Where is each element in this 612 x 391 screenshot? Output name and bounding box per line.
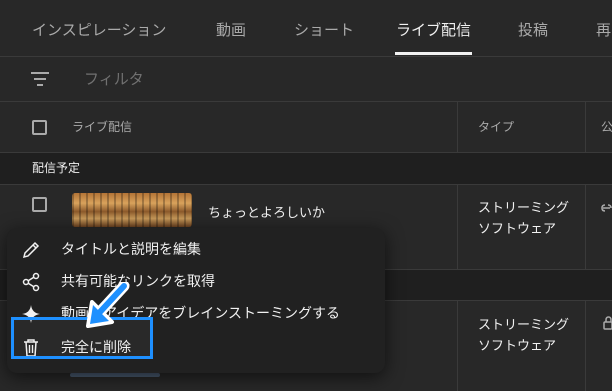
menu-item-label: タイトルと説明を編集 [61,242,201,258]
table-header: ライブ配信 タイプ 公 [0,102,612,153]
tab-live[interactable]: ライブ配信 [396,0,471,56]
tab-more[interactable]: 再 [596,0,611,56]
type-line-2: ソフトウェア [478,222,557,237]
tab-posts[interactable]: 投稿 [518,0,548,56]
pointer-arrow-icon [86,282,130,328]
column-divider [585,185,586,269]
video-thumbnail[interactable] [72,193,192,227]
lock-icon [603,316,612,330]
type-line-1: ストリーミング [478,318,570,333]
filter-icon[interactable] [30,70,50,88]
type-line-1: ストリーミング [478,201,570,216]
highlight-box [11,317,153,359]
filter-input[interactable]: フィルタ [84,57,144,101]
column-divider [457,102,458,152]
tab-shorts[interactable]: ショート [294,0,354,56]
context-menu: タイトルと説明を編集 共有可能なリンクを取得 動画のアイデアをブレインストーミン… [7,228,385,373]
filter-bar: フィルタ [0,57,612,102]
column-header-type[interactable]: タイプ [478,102,514,152]
row-checkbox[interactable] [32,197,47,212]
column-divider [457,301,458,391]
video-title[interactable]: ちょっとよろしいか [208,202,325,221]
column-divider [585,102,586,152]
type-line-2: ソフトウェア [478,339,557,354]
section-header: 配信予定 [0,153,612,185]
column-header-visibility[interactable]: 公 [601,102,612,152]
thumbnail-edge [70,373,160,377]
select-all-checkbox[interactable] [32,120,47,135]
active-tab-indicator [395,52,472,55]
tab-videos[interactable]: 動画 [216,0,246,56]
menu-item-share-link[interactable]: 共有可能なリンクを取得 [7,266,385,298]
tab-bar: インスピレーション 動画 ショート ライブ配信 投稿 再 [0,0,612,57]
link-icon [601,204,612,212]
share-icon [22,272,40,292]
column-divider [457,185,458,269]
column-divider [585,301,586,391]
tab-inspiration[interactable]: インスピレーション [32,0,166,56]
menu-item-edit-title[interactable]: タイトルと説明を編集 [7,234,385,266]
section-label: 配信予定 [32,161,81,175]
column-header-live: ライブ配信 [72,120,133,134]
pencil-icon [22,241,40,259]
